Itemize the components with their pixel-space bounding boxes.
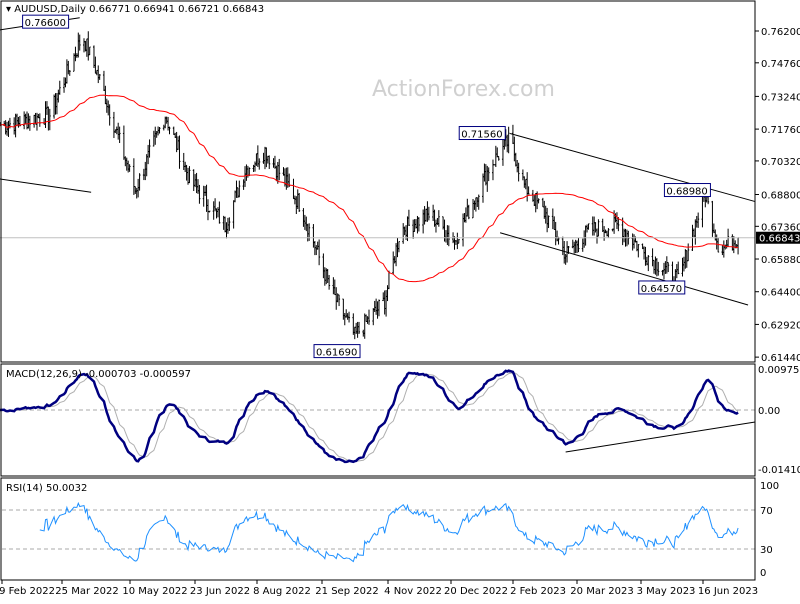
price-tick-label: 0.61440 (761, 353, 800, 364)
current-price-label: 0.66843 (759, 234, 800, 245)
price-tick-label: 0.71760 (761, 125, 800, 136)
rsi-tick-label: 100 (760, 481, 779, 492)
date-tick-label: 4 Nov 2022 (384, 586, 442, 597)
svg-text:0.71560: 0.71560 (461, 130, 502, 141)
watermark: ActionForex.com (372, 77, 555, 102)
price-tick-label: 0.62920 (761, 320, 800, 331)
macd-title: MACD(12,26,9) -0.000703 -0.000597 (6, 369, 191, 380)
macd-tick-label: 0.00 (758, 406, 780, 417)
svg-text:0.68980: 0.68980 (666, 187, 707, 198)
price-tick-label: 0.65880 (761, 255, 800, 266)
svg-text:0.64570: 0.64570 (641, 284, 682, 295)
price-tick-label: 0.74760 (761, 59, 800, 70)
date-tick-label: 25 Mar 2022 (55, 586, 118, 597)
price-annotation: 0.61690 (313, 344, 361, 359)
chart-title: ▾ AUDUSD,Daily 0.66771 0.66941 0.66721 0… (6, 4, 264, 15)
rsi-tick-label: 30 (760, 545, 773, 556)
price-annotation: 0.76600 (22, 14, 70, 29)
svg-text:0.61690: 0.61690 (316, 348, 357, 359)
rsi-title: RSI(14) 50.0032 (6, 483, 87, 494)
price-tick-label: 0.73240 (761, 92, 800, 103)
price-tick-label: 0.68800 (761, 191, 800, 202)
date-tick-label: 9 Feb 2022 (0, 586, 55, 597)
price-tick-label: 0.67360 (761, 222, 800, 233)
date-tick-label: 23 Jun 2022 (190, 586, 250, 597)
macd-tick-label: -0.014107 (758, 465, 800, 476)
price-tick-label: 0.76200 (761, 27, 800, 38)
rsi-tick-label: 0 (760, 568, 766, 579)
price-annotation: 0.71560 (458, 126, 506, 141)
date-tick-label: 10 May 2022 (122, 586, 187, 597)
price-tick-label: 0.70320 (761, 157, 800, 168)
forex-chart[interactable]: ActionForex.com 0.76600 0.71560 0.68980 0.6… (0, 0, 800, 600)
date-tick-label: 3 May 2023 (637, 586, 696, 597)
price-annotation: 0.68980 (663, 183, 711, 198)
date-tick-label: 20 Mar 2023 (570, 586, 633, 597)
date-tick-label: 16 Jun 2023 (698, 586, 758, 597)
date-tick-label: 8 Aug 2022 (253, 586, 311, 597)
rsi-tick-label: 70 (760, 506, 773, 517)
price-tick-label: 0.64400 (761, 288, 800, 299)
date-tick-label: 21 Sep 2022 (315, 586, 378, 597)
svg-text:0.76600: 0.76600 (25, 18, 66, 29)
macd-tick-label: 0.009751 (758, 365, 800, 376)
date-tick-label: 20 Dec 2022 (444, 586, 508, 597)
price-annotation: 0.64570 (638, 280, 686, 295)
date-tick-label: 2 Feb 2023 (510, 586, 566, 597)
